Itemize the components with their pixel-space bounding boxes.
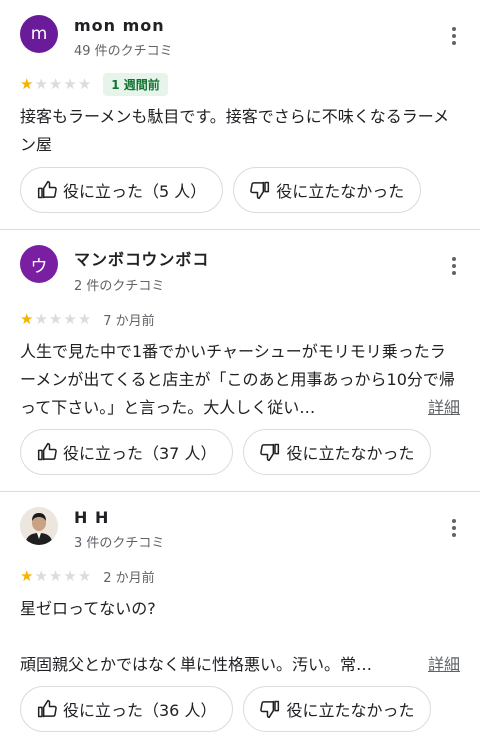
- star-icon: ★: [34, 566, 48, 585]
- helpful-button[interactable]: 役に立った（5 人）: [20, 167, 224, 213]
- helpful-button[interactable]: 役に立った（37 人）: [20, 429, 234, 475]
- reviewer-info: H H 3 件のクチコミ: [74, 507, 442, 551]
- more-options-icon[interactable]: [442, 21, 466, 51]
- helpful-label: 役に立った（36 人）: [63, 701, 217, 720]
- review-card: m mon mon 49 件のクチコミ ★ ★ ★ ★ ★ 1 週間前 接客もラ…: [0, 0, 480, 229]
- star-icon: ★: [34, 74, 48, 93]
- helpful-label: 役に立った（5 人）: [63, 182, 207, 201]
- reviewer-review-count: 3 件のクチコミ: [74, 536, 165, 551]
- review-text-body: 頑固親父とかではなく単に性格悪い。汚い。常…: [20, 655, 373, 674]
- star-icon: ★: [48, 74, 63, 93]
- review-card: ウ マンボコウンボコ 2 件のクチコミ ★ ★ ★ ★ ★ 7 か月前 人生で見…: [0, 230, 480, 491]
- star-icon: ★: [48, 309, 63, 328]
- review-date: 2 か月前: [103, 570, 155, 586]
- unhelpful-label: 役に立たなかった: [286, 444, 415, 463]
- rating-row: ★ ★ ★ ★ ★ 7 か月前: [20, 308, 460, 330]
- star-icon: ★: [34, 309, 48, 328]
- star-icon: ★: [63, 566, 77, 585]
- profile-photo-icon: [20, 507, 58, 545]
- review-text: 接客もラーメンも駄目です。接客でさらに不味くなるラーメン屋: [20, 107, 450, 154]
- review-header: H H 3 件のクチコミ: [20, 492, 460, 551]
- rating-row: ★ ★ ★ ★ ★ 1 週間前: [20, 72, 460, 96]
- avatar[interactable]: ウ: [20, 245, 58, 283]
- star-icon: ★: [20, 74, 34, 93]
- thumbs-up-icon: [37, 699, 57, 718]
- avatar-letter: m: [30, 24, 48, 44]
- review-header: m mon mon 49 件のクチコミ: [20, 0, 460, 59]
- review-actions: 役に立った（36 人） 役に立たなかった: [20, 686, 432, 732]
- reviewer-name[interactable]: mon mon: [74, 16, 442, 35]
- review-actions: 役に立った（37 人） 役に立たなかった: [20, 429, 432, 475]
- avatar[interactable]: [20, 507, 58, 545]
- star-icon: ★: [77, 566, 92, 585]
- avatar[interactable]: m: [20, 15, 58, 53]
- helpful-button[interactable]: 役に立った（36 人）: [20, 686, 234, 732]
- reviewer-name[interactable]: H H: [74, 508, 442, 527]
- avatar-letter: ウ: [30, 256, 48, 277]
- star-icon: ★: [77, 74, 92, 93]
- thumbs-down-icon: [260, 443, 280, 462]
- star-icon: ★: [20, 566, 34, 585]
- star-icon: ★: [63, 309, 77, 328]
- read-more-link[interactable]: 詳細: [428, 651, 460, 679]
- thumbs-up-icon: [37, 442, 57, 461]
- rating-row: ★ ★ ★ ★ ★ 2 か月前: [20, 565, 460, 587]
- review-text: 星ゼロってないの? 頑固親父とかではなく単に性格悪い。汚い。常… 詳細: [20, 595, 460, 679]
- more-options-icon[interactable]: [442, 251, 466, 281]
- reviewer-name[interactable]: マンボコウンボコ: [74, 246, 442, 270]
- star-icon: ★: [77, 309, 92, 328]
- unhelpful-button[interactable]: 役に立たなかった: [243, 429, 432, 475]
- review-text-body: 人生で見た中で1番でかいチャーシューがモリモリ乗ったラーメンが出てくると店主が「…: [20, 342, 455, 417]
- review-text: 人生で見た中で1番でかいチャーシューがモリモリ乗ったラーメンが出てくると店主が「…: [20, 338, 460, 422]
- unhelpful-label: 役に立たなかった: [276, 182, 405, 201]
- review-date-badge: 1 週間前: [103, 72, 168, 96]
- review-text-line: 頑固親父とかではなく単に性格悪い。汚い。常… 詳細: [20, 651, 460, 679]
- star-icon: ★: [48, 566, 63, 585]
- reviewer-info: mon mon 49 件のクチコミ: [74, 15, 442, 59]
- star-rating: ★ ★ ★ ★ ★: [20, 74, 92, 93]
- unhelpful-label: 役に立たなかった: [286, 701, 415, 720]
- thumbs-down-icon: [250, 181, 270, 200]
- more-options-icon[interactable]: [442, 513, 466, 543]
- star-icon: ★: [20, 309, 34, 328]
- unhelpful-button[interactable]: 役に立たなかった: [233, 167, 422, 213]
- reviewer-review-count: 49 件のクチコミ: [74, 44, 173, 59]
- thumbs-down-icon: [260, 700, 280, 719]
- star-rating: ★ ★ ★ ★ ★: [20, 566, 92, 585]
- reviewer-review-count: 2 件のクチコミ: [74, 279, 165, 294]
- unhelpful-button[interactable]: 役に立たなかった: [243, 686, 432, 732]
- reviewer-info: マンボコウンボコ 2 件のクチコミ: [74, 245, 442, 294]
- review-card: H H 3 件のクチコミ ★ ★ ★ ★ ★ 2 か月前 星ゼロってないの? 頑…: [0, 492, 480, 748]
- review-text-line: 星ゼロってないの?: [20, 599, 156, 618]
- star-icon: ★: [63, 74, 77, 93]
- helpful-label: 役に立った（37 人）: [63, 444, 217, 463]
- read-more-link[interactable]: 詳細: [428, 394, 460, 422]
- review-date: 7 か月前: [103, 313, 155, 329]
- review-actions: 役に立った（5 人） 役に立たなかった: [20, 167, 422, 213]
- review-header: ウ マンボコウンボコ 2 件のクチコミ: [20, 230, 460, 294]
- thumbs-up-icon: [37, 180, 57, 199]
- star-rating: ★ ★ ★ ★ ★: [20, 309, 92, 328]
